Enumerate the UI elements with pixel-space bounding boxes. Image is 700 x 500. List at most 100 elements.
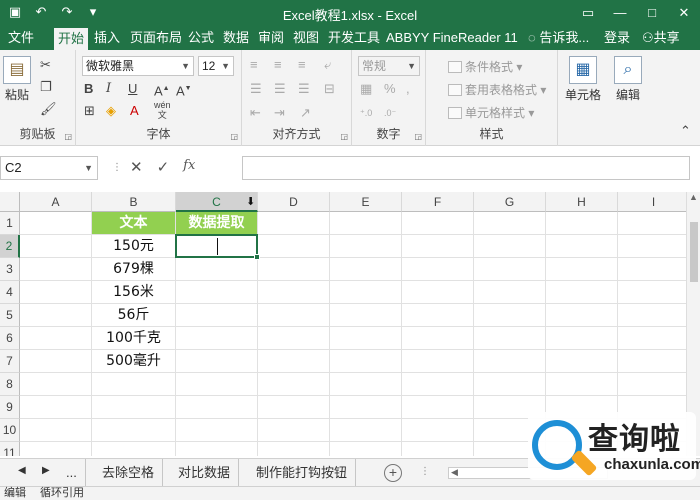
cell-e9[interactable] — [330, 396, 402, 419]
copy-icon[interactable]: ❐ — [40, 78, 52, 96]
cell-a3[interactable] — [20, 258, 92, 281]
cell-d2[interactable] — [258, 235, 330, 258]
cell-e3[interactable] — [330, 258, 402, 281]
row-header-3[interactable]: 3 — [0, 258, 20, 281]
cell-b4[interactable]: 156米 — [92, 281, 176, 304]
collapse-ribbon-icon[interactable]: ⌃ — [680, 122, 691, 140]
increase-decimal-icon[interactable]: ⁺.0 — [360, 104, 372, 122]
tab-data[interactable]: 数据 — [219, 26, 253, 50]
cell-e4[interactable] — [330, 281, 402, 304]
column-header-a[interactable]: A — [20, 192, 92, 212]
number-format-combo[interactable]: 常规 ▼ — [358, 56, 420, 76]
cell-i2[interactable] — [618, 235, 690, 258]
cell-b10[interactable] — [92, 419, 176, 442]
cell-c11[interactable] — [176, 442, 258, 456]
font-grow-icon[interactable]: A▲ — [154, 80, 170, 100]
sign-in-link[interactable]: 登录 — [604, 26, 630, 50]
cell-e6[interactable] — [330, 327, 402, 350]
row-header-4[interactable]: 4 — [0, 281, 20, 304]
scroll-up-icon[interactable]: ▲ — [689, 192, 698, 202]
cell-c4[interactable] — [176, 281, 258, 304]
cell-d7[interactable] — [258, 350, 330, 373]
formula-input[interactable] — [242, 156, 690, 180]
align-right-icon[interactable]: ☰ — [298, 80, 310, 98]
cancel-icon[interactable]: ✕ — [130, 158, 143, 176]
font-color-icon[interactable]: A — [130, 102, 139, 120]
scroll-thumb[interactable] — [690, 222, 698, 282]
next-sheet-icon[interactable]: ▶ — [42, 465, 50, 476]
cell-d5[interactable] — [258, 304, 330, 327]
cell-e11[interactable] — [330, 442, 402, 456]
cell-d4[interactable] — [258, 281, 330, 304]
column-header-d[interactable]: D — [258, 192, 330, 212]
cell-h4[interactable] — [546, 281, 618, 304]
cell-h5[interactable] — [546, 304, 618, 327]
cell-d11[interactable] — [258, 442, 330, 456]
cell-f6[interactable] — [402, 327, 474, 350]
cell-h3[interactable] — [546, 258, 618, 281]
border-icon[interactable]: ⊞ — [84, 102, 95, 120]
cell-styles-button[interactable]: 单元格样式 ▾ — [448, 104, 534, 121]
cell-a11[interactable] — [20, 442, 92, 456]
cell-a5[interactable] — [20, 304, 92, 327]
cell-g5[interactable] — [474, 304, 546, 327]
tab-abbyy[interactable]: ABBYY FineReader 11 — [382, 26, 522, 50]
phonetic-icon[interactable]: wén 文 — [154, 100, 171, 120]
tab-home[interactable]: 开始 — [54, 28, 89, 50]
cell-b8[interactable] — [92, 373, 176, 396]
bold-button[interactable]: B — [84, 80, 93, 98]
cell-c7[interactable] — [176, 350, 258, 373]
tab-review[interactable]: 审阅 — [254, 26, 288, 50]
row-header-7[interactable]: 7 — [0, 350, 20, 373]
tab-formulas[interactable]: 公式 — [184, 26, 218, 50]
merge-center-icon[interactable]: ⊟ — [324, 80, 335, 98]
wrap-text-icon[interactable]: ⤶ — [324, 56, 331, 74]
format-painter-icon[interactable]: 🖌 — [40, 100, 57, 118]
decrease-indent-icon[interactable]: ⇤ — [250, 104, 261, 122]
underline-button[interactable]: U — [128, 80, 137, 98]
dialog-launcher-icon[interactable]: ◲ — [230, 132, 238, 141]
align-middle-icon[interactable]: ≡ — [274, 56, 282, 74]
cell-c1[interactable]: 数据提取 — [176, 212, 258, 235]
cell-i6[interactable] — [618, 327, 690, 350]
cell-i8[interactable] — [618, 373, 690, 396]
cell-e8[interactable] — [330, 373, 402, 396]
fill-color-icon[interactable]: ◈ — [106, 102, 116, 120]
cell-a10[interactable] — [20, 419, 92, 442]
cell-h8[interactable] — [546, 373, 618, 396]
name-box[interactable]: C2 ▼ — [0, 156, 98, 180]
cell-i4[interactable] — [618, 281, 690, 304]
cell-g2[interactable] — [474, 235, 546, 258]
cell-b3[interactable]: 679棵 — [92, 258, 176, 281]
cell-a2[interactable] — [20, 235, 92, 258]
cell-g3[interactable] — [474, 258, 546, 281]
cell-g8[interactable] — [474, 373, 546, 396]
cell-i5[interactable] — [618, 304, 690, 327]
sheet-tab-compare-data[interactable]: 对比数据 — [170, 459, 240, 486]
cell-a7[interactable] — [20, 350, 92, 373]
cell-i3[interactable] — [618, 258, 690, 281]
tab-file[interactable]: 文件 — [4, 26, 38, 50]
cell-g1[interactable] — [474, 212, 546, 235]
comma-style-icon[interactable]: , — [406, 80, 410, 98]
decrease-decimal-icon[interactable]: .0⁻ — [384, 104, 396, 122]
dialog-launcher-icon[interactable]: ◲ — [64, 132, 72, 141]
column-header-f[interactable]: F — [402, 192, 474, 212]
column-header-i[interactable]: I — [618, 192, 690, 212]
fill-handle[interactable] — [254, 254, 260, 260]
cell-f7[interactable] — [402, 350, 474, 373]
cell-h7[interactable] — [546, 350, 618, 373]
row-header-2[interactable]: 2 — [0, 235, 20, 258]
cell-f1[interactable] — [402, 212, 474, 235]
cell-d10[interactable] — [258, 419, 330, 442]
prev-sheet-icon[interactable]: ◀ — [18, 465, 26, 476]
tab-page-layout[interactable]: 页面布局 — [126, 26, 186, 50]
insert-function-button[interactable]: fx — [183, 158, 195, 176]
increase-indent-icon[interactable]: ⇥ — [274, 104, 285, 122]
cell-c3[interactable] — [176, 258, 258, 281]
cell-f9[interactable] — [402, 396, 474, 419]
cell-b6[interactable]: 100千克 — [92, 327, 176, 350]
close-icon[interactable]: ✕ — [668, 0, 700, 26]
cell-i7[interactable] — [618, 350, 690, 373]
cell-e5[interactable] — [330, 304, 402, 327]
